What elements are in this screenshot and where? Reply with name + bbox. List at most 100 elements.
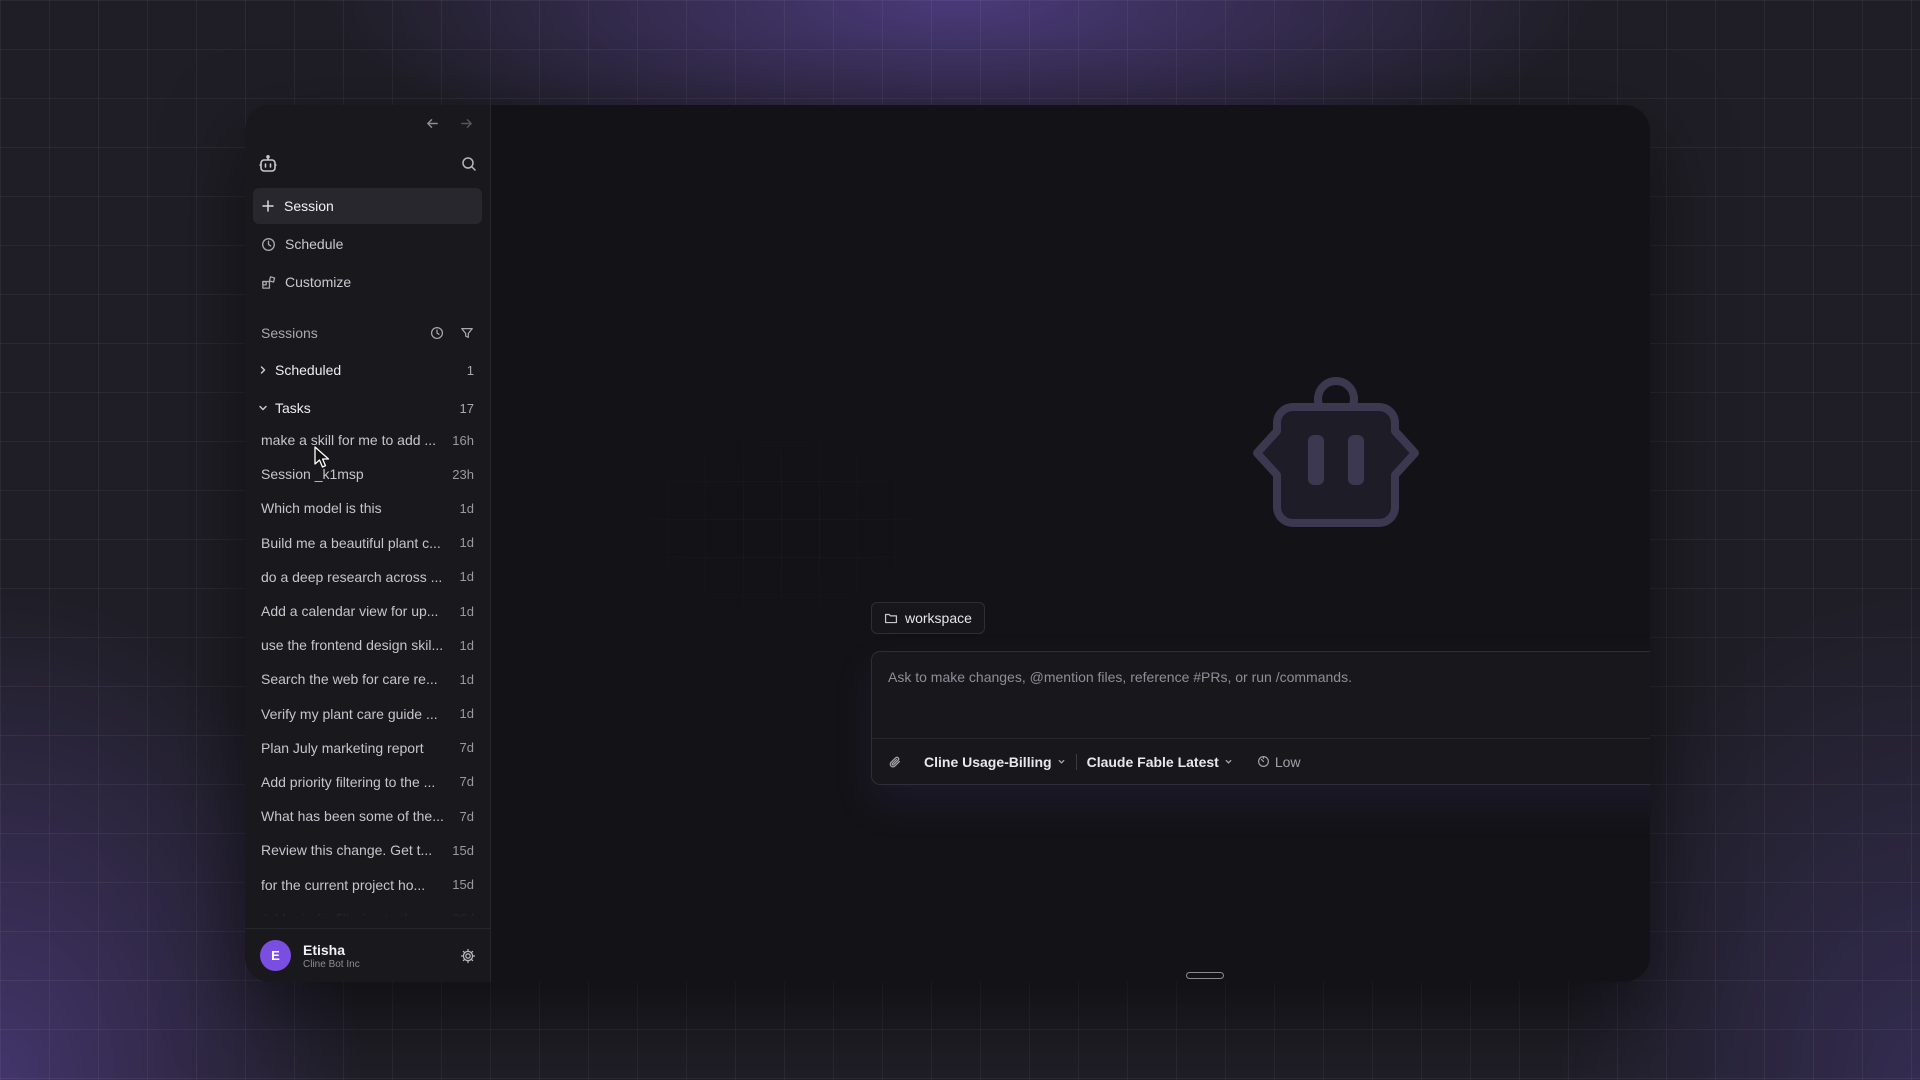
- task-age: 1d: [459, 637, 474, 653]
- menu-label-customize: Customize: [285, 274, 352, 290]
- task-title: do a deep research across ...: [261, 568, 443, 585]
- task-title: make a skill for me to add ...: [261, 432, 437, 449]
- task-age: 15d: [452, 842, 474, 858]
- group-count-scheduled: 1: [466, 362, 474, 378]
- task-title: Add a calendar view for up...: [261, 603, 439, 620]
- plus-icon: [261, 199, 275, 213]
- task-title: Plan July marketing report: [261, 739, 424, 756]
- new-session-button[interactable]: Session: [253, 188, 482, 224]
- app-window: Session Schedule Customize Sessions Sche…: [245, 105, 1650, 982]
- filter-icon[interactable]: [460, 326, 474, 340]
- user-info: Etisha Cline Bot Inc: [303, 942, 460, 970]
- menu-label-session: Session: [284, 198, 334, 214]
- task-list-item[interactable]: make a skill for me to add ... 16h: [261, 423, 474, 457]
- group-count-tasks: 17: [459, 400, 474, 416]
- task-title: Verify my plant care guide ...: [261, 705, 438, 722]
- task-list-item[interactable]: Session _k1msp 23h: [261, 457, 474, 491]
- arrow-right-icon[interactable]: [456, 111, 476, 135]
- task-list-item[interactable]: for the current project ho... 15d: [261, 867, 474, 901]
- model-label: Claude Fable Latest: [1086, 753, 1219, 770]
- task-title: Build me a beautiful plant c...: [261, 534, 441, 551]
- effort-label: Low: [1274, 753, 1301, 770]
- task-title: Add priority filtering to th...: [261, 911, 424, 917]
- blocks-icon: [261, 275, 276, 290]
- sessions-header: Sessions: [261, 323, 474, 343]
- mouse-cursor-icon: [313, 445, 331, 474]
- task-age: 16h: [452, 432, 474, 448]
- group-scheduled[interactable]: Scheduled 1: [257, 358, 474, 382]
- task-list-item[interactable]: Plan July marketing report 7d: [261, 731, 474, 765]
- task-list-item[interactable]: do a deep research across ... 1d: [261, 560, 474, 594]
- clock-icon: [261, 237, 276, 252]
- task-age: 1d: [459, 706, 474, 722]
- main-panel: workspace Ask to make changes, @mention …: [491, 105, 1650, 982]
- task-list-item[interactable]: Verify my plant care guide ... 1d: [261, 697, 474, 731]
- chevron-down-icon: [257, 402, 269, 414]
- search-icon[interactable]: [461, 156, 477, 172]
- avatar[interactable]: E: [260, 940, 291, 971]
- sidebar-menu: Session Schedule Customize: [253, 188, 482, 302]
- toolbar-divider: [1075, 753, 1077, 770]
- user-name: Etisha: [303, 941, 346, 958]
- robot-icon[interactable]: [258, 154, 278, 174]
- account-selector[interactable]: Cline Usage-Billing: [924, 754, 1066, 770]
- effort-selector[interactable]: Low: [1257, 754, 1301, 770]
- task-title: Search the web for care re...: [261, 671, 438, 688]
- history-nav: [422, 111, 476, 135]
- sidebar: Session Schedule Customize Sessions Sche…: [245, 105, 491, 982]
- task-title: Which model is this: [261, 500, 382, 517]
- task-age: 1d: [459, 603, 474, 619]
- prompt-input[interactable]: Ask to make changes, @mention files, ref…: [888, 669, 1352, 685]
- arrow-left-icon[interactable]: [422, 111, 442, 135]
- task-list-item[interactable]: Search the web for care re... 1d: [261, 662, 474, 696]
- workspace-folder-chip[interactable]: workspace: [871, 602, 985, 634]
- task-list-item[interactable]: Build me a beautiful plant c... 1d: [261, 526, 474, 560]
- task-age: 7d: [459, 808, 474, 824]
- task-title: Add priority filtering to the ...: [261, 773, 436, 790]
- workspace-label: workspace: [905, 610, 972, 626]
- folder-icon: [884, 611, 898, 625]
- group-label-tasks: Tasks: [275, 400, 311, 416]
- task-age: 1d: [459, 569, 474, 585]
- task-list-item[interactable]: Review this change. Get t... 15d: [261, 833, 474, 867]
- task-list-item[interactable]: Add priority filtering to the ... 7d: [261, 765, 474, 799]
- group-label-scheduled: Scheduled: [275, 362, 342, 378]
- task-age: 7d: [459, 774, 474, 790]
- user-org: Cline Bot Inc: [303, 958, 360, 970]
- history-clock-icon[interactable]: [430, 326, 444, 340]
- task-age: 1d: [459, 500, 474, 516]
- task-list-item[interactable]: use the frontend design skil... 1d: [261, 628, 474, 662]
- menu-label-schedule: Schedule: [285, 236, 344, 252]
- chevron-down-icon: [1224, 757, 1233, 766]
- composer: Ask to make changes, @mention files, ref…: [871, 651, 1650, 785]
- resize-handle[interactable]: [1186, 972, 1224, 979]
- gear-icon[interactable]: [460, 948, 476, 964]
- sidebar-header: [258, 150, 477, 178]
- task-list-item[interactable]: Which model is this 1d: [261, 491, 474, 525]
- chevron-down-icon: [1057, 757, 1066, 766]
- task-list: make a skill for me to add ... 16h Session…: [261, 423, 474, 917]
- gauge-icon: [1257, 755, 1270, 768]
- account-label: Cline Usage-Billing: [924, 753, 1052, 770]
- user-profile: E Etisha Cline Bot Inc: [245, 928, 490, 982]
- customize-button[interactable]: Customize: [253, 264, 482, 300]
- robot-logo-icon: [1231, 345, 1441, 550]
- paperclip-icon[interactable]: [888, 755, 902, 769]
- schedule-button[interactable]: Schedule: [253, 226, 482, 262]
- task-age: 1d: [459, 671, 474, 687]
- model-selector[interactable]: Claude Fable Latest: [1087, 754, 1233, 770]
- task-list-item[interactable]: Add priority filtering to th... 26d: [261, 902, 474, 917]
- task-age: 7d: [459, 740, 474, 756]
- task-age: 23h: [452, 466, 474, 482]
- task-title: use the frontend design skil...: [261, 637, 444, 654]
- composer-toolbar: Cline Usage-Billing Claude Fable Latest: [872, 738, 1650, 784]
- task-age: 1d: [459, 535, 474, 551]
- task-title: Review this change. Get t...: [261, 842, 433, 859]
- group-tasks[interactable]: Tasks 17: [257, 396, 474, 420]
- task-list-item[interactable]: Add a calendar view for up... 1d: [261, 594, 474, 628]
- task-title: for the current project ho...: [261, 876, 426, 893]
- sessions-title: Sessions: [261, 325, 318, 341]
- task-list-item[interactable]: What has been some of the... 7d: [261, 799, 474, 833]
- task-age: 26d: [452, 911, 474, 917]
- chevron-right-icon: [257, 364, 269, 376]
